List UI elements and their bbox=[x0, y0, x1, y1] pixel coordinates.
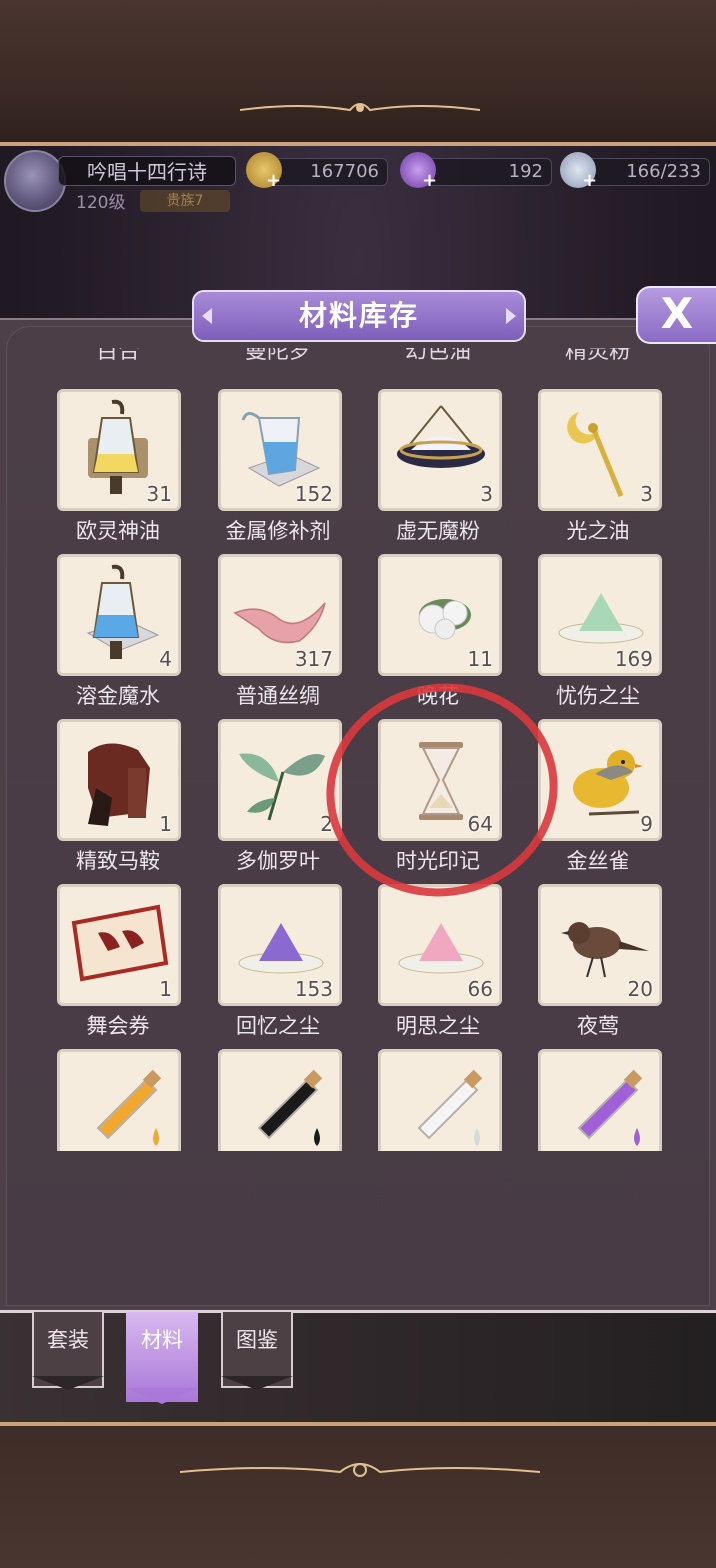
item-slot[interactable]: 153 bbox=[218, 884, 342, 1006]
item-slot[interactable] bbox=[538, 1049, 662, 1151]
item-slot[interactable]: 317 bbox=[218, 554, 342, 676]
player-avatar[interactable] bbox=[4, 150, 66, 212]
item-quantity: 2 bbox=[320, 812, 333, 836]
item-slot[interactable]: 20 bbox=[538, 884, 662, 1006]
tab-notch bbox=[32, 1376, 104, 1390]
item-quantity: 9 bbox=[640, 812, 653, 836]
item-name: 金丝雀 bbox=[566, 849, 630, 873]
title-right-arrow-icon bbox=[506, 308, 516, 324]
item-slot[interactable]: 1 bbox=[57, 884, 181, 1006]
item-quantity: 3 bbox=[640, 482, 653, 506]
item-name: 明思之尘 bbox=[396, 1014, 480, 1038]
item-name: 夜莺 bbox=[577, 1014, 619, 1038]
item-name: 虚无魔粉 bbox=[396, 519, 480, 543]
gem-counter: 192 bbox=[424, 158, 552, 186]
item-quantity: 20 bbox=[627, 977, 653, 1001]
item-slot[interactable]: 169 bbox=[538, 554, 662, 676]
top-decorative-frame bbox=[0, 0, 716, 146]
item-quantity: 3 bbox=[480, 482, 493, 506]
moon-wand-icon bbox=[567, 412, 624, 497]
item-quantity: 31 bbox=[146, 482, 172, 506]
item-slot[interactable]: 31 bbox=[57, 389, 181, 511]
item-quantity: 317 bbox=[294, 647, 333, 671]
panel-title: 材料库存 bbox=[192, 290, 526, 342]
item-slot[interactable]: 152 bbox=[218, 389, 342, 511]
item-name: 舞会券 bbox=[86, 1014, 150, 1038]
player-level: 120级 bbox=[76, 193, 126, 213]
tab-active-pointer bbox=[126, 1388, 198, 1404]
leaf-sprig-icon bbox=[239, 753, 325, 821]
purple-vial-icon bbox=[577, 1069, 643, 1146]
saddle-icon bbox=[88, 743, 150, 826]
stamina-counter: 166/233 bbox=[584, 158, 710, 186]
rank-badge: 贵族7 bbox=[140, 190, 230, 212]
gold-counter: 167706 bbox=[270, 158, 388, 186]
item-slot[interactable]: 3 bbox=[538, 389, 662, 511]
ball-ticket-icon bbox=[71, 904, 169, 982]
bottom-tab-bar bbox=[0, 1310, 716, 1422]
tab-notch bbox=[221, 1376, 293, 1390]
item-quantity: 152 bbox=[294, 482, 333, 506]
item-name: 时光印记 bbox=[396, 849, 480, 873]
item-slot[interactable] bbox=[378, 1049, 502, 1151]
magic-water-vessel-icon bbox=[86, 564, 160, 659]
add-stamina-button[interactable]: + bbox=[582, 170, 597, 191]
item-quantity: 153 bbox=[294, 977, 333, 1001]
item-slot[interactable]: 9 bbox=[538, 719, 662, 841]
item-name: 光之油 bbox=[566, 519, 630, 543]
item-slot[interactable]: 3 bbox=[378, 389, 502, 511]
item-quantity: 11 bbox=[467, 647, 493, 671]
item-name: 溶金魔水 bbox=[76, 684, 160, 708]
bottom-decorative-frame bbox=[0, 1422, 716, 1568]
partial-item-label: 幻色油 bbox=[404, 348, 471, 364]
ornament-icon bbox=[240, 103, 480, 112]
item-quantity: 1 bbox=[159, 977, 172, 1001]
partial-item-label: 曼陀罗 bbox=[244, 348, 311, 364]
title-left-arrow-icon bbox=[202, 308, 212, 324]
item-name: 普通丝绸 bbox=[236, 684, 320, 708]
item-slot[interactable]: 4 bbox=[57, 554, 181, 676]
item-name: 多伽罗叶 bbox=[236, 849, 320, 873]
clear-vial-icon bbox=[417, 1069, 483, 1146]
item-slot[interactable]: 64 bbox=[378, 719, 502, 841]
item-name: 金属修补剂 bbox=[225, 519, 331, 543]
item-quantity: 64 bbox=[467, 812, 493, 836]
item-name: 精致马鞍 bbox=[76, 849, 160, 873]
orange-vial-icon bbox=[96, 1069, 162, 1146]
item-name: 忧伤之尘 bbox=[556, 684, 640, 708]
item-quantity: 66 bbox=[467, 977, 493, 1001]
item-slot[interactable]: 66 bbox=[378, 884, 502, 1006]
item-name: 晚花 bbox=[417, 684, 459, 708]
partial-item-label: 精灵粉 bbox=[564, 348, 631, 364]
item-quantity: 1 bbox=[159, 812, 172, 836]
add-gold-button[interactable]: + bbox=[266, 170, 281, 191]
canary-bird-icon bbox=[573, 750, 643, 816]
item-name: 回忆之尘 bbox=[236, 1014, 320, 1038]
item-slot[interactable]: 2 bbox=[218, 719, 342, 841]
partial-item-label: 百合 bbox=[95, 348, 140, 364]
item-slot[interactable]: 11 bbox=[378, 554, 502, 676]
item-slot[interactable] bbox=[57, 1049, 181, 1151]
partial-item-row bbox=[0, 1049, 716, 1151]
item-slot[interactable] bbox=[218, 1049, 342, 1151]
add-gem-button[interactable]: + bbox=[422, 170, 437, 191]
item-quantity: 4 bbox=[159, 647, 172, 671]
item-slot[interactable]: 1 bbox=[57, 719, 181, 841]
void-powder-bowl-icon bbox=[397, 405, 485, 468]
black-vial-icon bbox=[257, 1069, 323, 1146]
item-quantity: 169 bbox=[614, 647, 653, 671]
ornament-icon bbox=[180, 1463, 540, 1477]
player-name: 吟唱十四行诗 bbox=[58, 156, 236, 186]
close-button[interactable]: X bbox=[636, 286, 716, 344]
item-name: 欧灵神油 bbox=[76, 519, 160, 543]
